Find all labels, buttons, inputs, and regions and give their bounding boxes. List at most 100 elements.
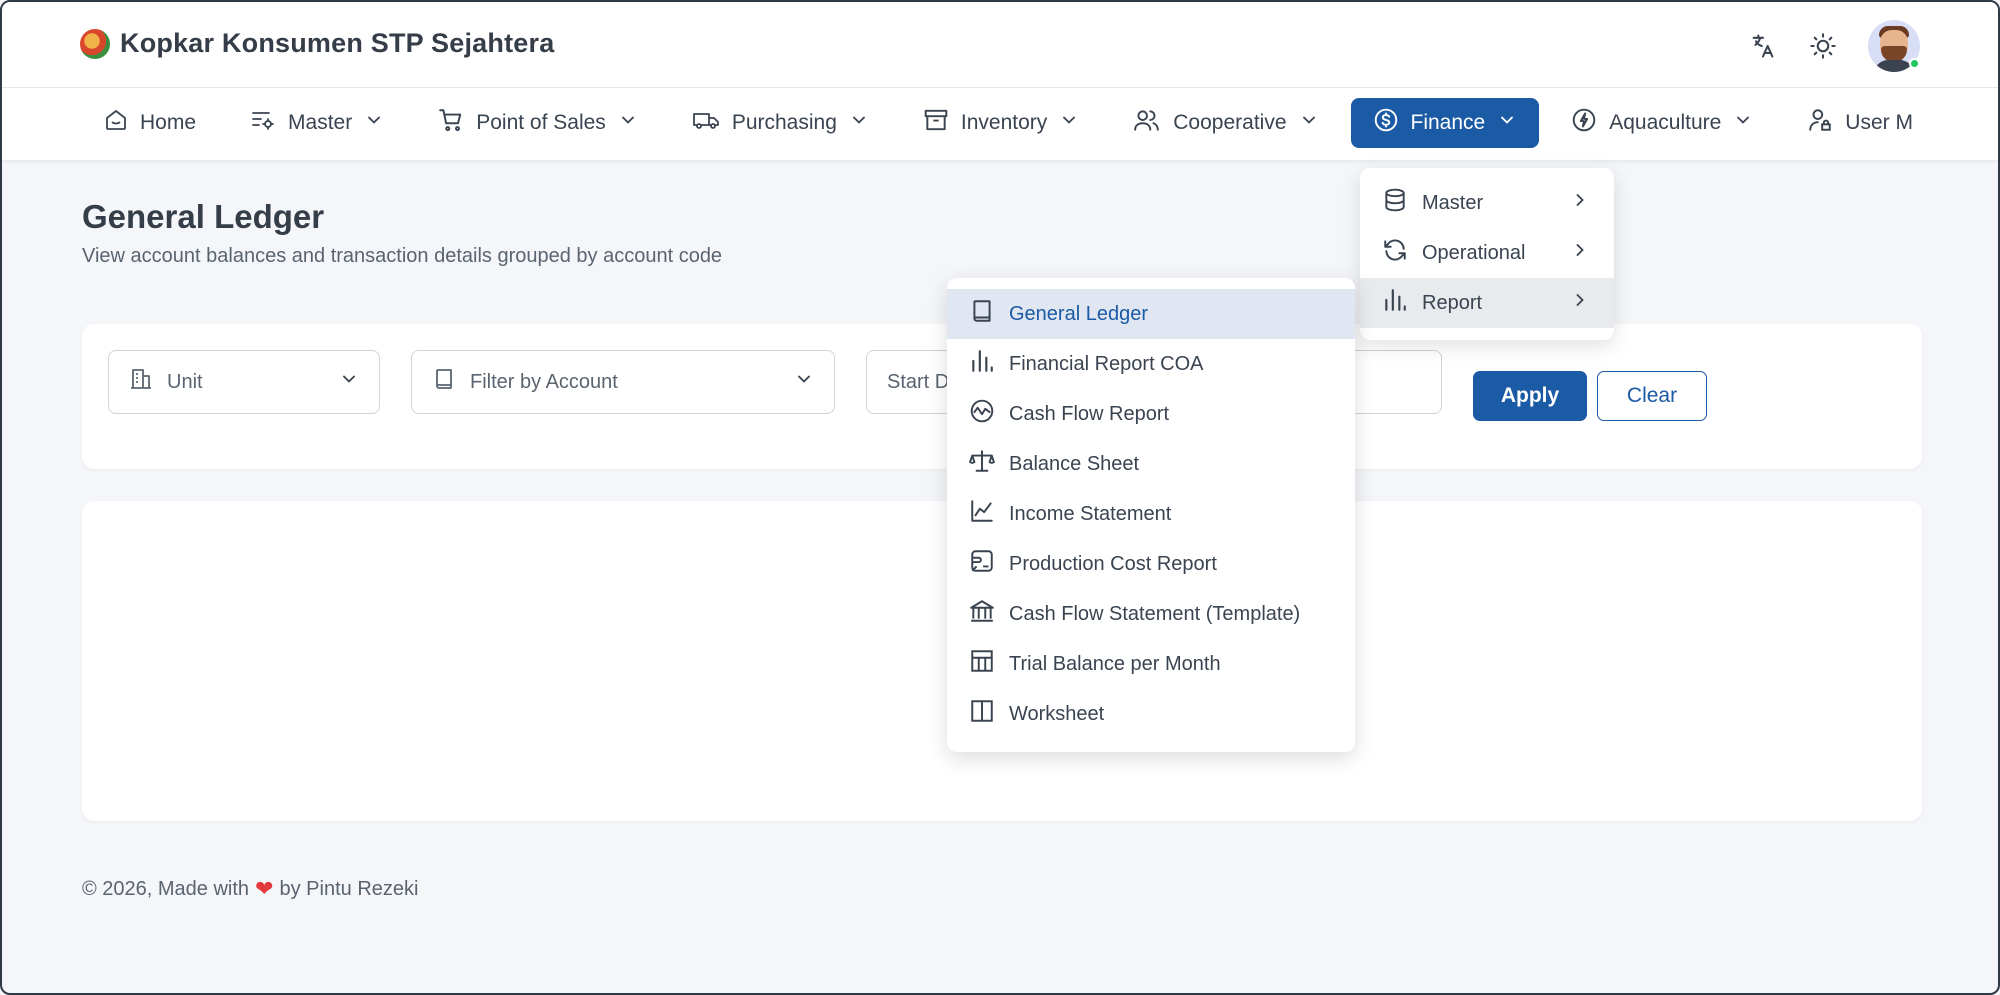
menu-item-label: Master xyxy=(1422,191,1484,214)
chevron-right-icon xyxy=(1570,240,1590,266)
archive-icon xyxy=(923,107,949,139)
nav-item-inventory[interactable]: Inventory xyxy=(901,98,1101,148)
nav-item-label: User M xyxy=(1845,111,1913,134)
truck-icon xyxy=(692,108,720,138)
menu-item-label: Cash Flow Report xyxy=(1009,402,1170,425)
online-status-dot xyxy=(1909,58,1920,69)
home-icon xyxy=(104,108,128,138)
report-menu-general-ledger[interactable]: General Ledger xyxy=(947,289,1355,339)
line-chart-icon xyxy=(969,498,995,530)
users-icon xyxy=(1133,107,1161,139)
chevron-right-icon xyxy=(1570,290,1590,316)
logo-icon xyxy=(80,28,110,59)
menu-item-label: Worksheet xyxy=(1009,702,1105,725)
nav-item-label: Point of Sales xyxy=(476,111,606,134)
nav-item-aquaculture[interactable]: Aquaculture xyxy=(1549,98,1775,148)
activity-circle-icon xyxy=(969,398,995,430)
footer-suffix: by Pintu Rezeki xyxy=(279,877,419,900)
account-filter-placeholder: Filter by Account xyxy=(470,370,618,393)
chevron-down-icon xyxy=(794,369,814,395)
bank-icon xyxy=(969,598,995,630)
chevron-down-icon xyxy=(364,110,384,136)
translate-icon[interactable] xyxy=(1748,31,1778,61)
finance-dropdown-menu: Master Operational Report xyxy=(1360,168,1614,340)
columns-icon xyxy=(969,698,995,730)
footer: © 2026, Made with ❤ by Pintu Rezeki xyxy=(82,876,418,902)
report-menu-worksheet[interactable]: Worksheet xyxy=(947,689,1355,739)
top-bar: Kopkar Konsumen STP Sejahtera xyxy=(2,2,1998,88)
report-submenu: General Ledger Financial Report COA Cash… xyxy=(947,278,1355,752)
main-nav-bar: Home Master Point of Sales Purchasing In… xyxy=(2,88,1998,160)
menu-item-label: Production Cost Report xyxy=(1009,552,1217,575)
report-menu-income-statement[interactable]: Income Statement xyxy=(947,489,1355,539)
report-menu-cash-flow-report[interactable]: Cash Flow Report xyxy=(947,389,1355,439)
nav-item-label: Inventory xyxy=(960,111,1048,134)
refresh-icon xyxy=(1382,237,1408,269)
nav-item-label: Home xyxy=(140,111,197,134)
scale-icon xyxy=(969,448,995,480)
page-title: General Ledger xyxy=(82,198,325,235)
table-icon xyxy=(969,648,995,680)
chevron-right-icon xyxy=(1570,190,1590,216)
nav-item-label: Cooperative xyxy=(1173,111,1287,134)
nav-item-purchasing[interactable]: Purchasing xyxy=(670,98,891,148)
nav-item-label: Aquaculture xyxy=(1609,111,1722,134)
finance-menu-operational[interactable]: Operational xyxy=(1360,228,1614,278)
user-lock-icon xyxy=(1807,107,1833,139)
bolt-circle-icon xyxy=(1571,107,1597,139)
menu-item-label: Operational xyxy=(1422,241,1526,264)
receipt-icon xyxy=(969,548,995,580)
apply-button[interactable]: Apply xyxy=(1473,371,1587,421)
nav-item-cooperative[interactable]: Cooperative xyxy=(1111,98,1340,148)
building-icon xyxy=(129,367,153,397)
chevron-down-icon xyxy=(618,110,638,136)
menu-item-label: Balance Sheet xyxy=(1009,452,1140,475)
account-filter-select[interactable]: Filter by Account xyxy=(411,350,835,414)
top-actions xyxy=(1748,20,1920,72)
chevron-down-icon xyxy=(1733,110,1753,136)
brand[interactable]: Kopkar Konsumen STP Sejahtera xyxy=(80,28,554,59)
menu-item-label: General Ledger xyxy=(1009,302,1148,325)
menu-item-label: Cash Flow Statement (Template) xyxy=(1009,602,1301,625)
database-icon xyxy=(1382,187,1408,219)
report-menu-balance-sheet[interactable]: Balance Sheet xyxy=(947,439,1355,489)
report-menu-production-cost-report[interactable]: Production Cost Report xyxy=(947,539,1355,589)
menu-item-label: Financial Report COA xyxy=(1009,352,1204,375)
menu-item-label: Income Statement xyxy=(1009,502,1172,525)
report-menu-cash-flow-statement-template[interactable]: Cash Flow Statement (Template) xyxy=(947,589,1355,639)
chevron-down-icon xyxy=(339,369,359,395)
heart-icon: ❤ xyxy=(255,876,274,901)
app-name: Kopkar Konsumen STP Sejahtera xyxy=(120,28,555,58)
nav-item-label: Purchasing xyxy=(731,111,837,134)
clear-button[interactable]: Clear xyxy=(1597,371,1707,421)
finance-menu-report[interactable]: Report xyxy=(1360,278,1614,328)
report-menu-financial-report-coa[interactable]: Financial Report COA xyxy=(947,339,1355,389)
unit-select-placeholder: Unit xyxy=(167,370,203,393)
menu-item-label: Trial Balance per Month xyxy=(1009,652,1221,675)
finance-menu-master[interactable]: Master xyxy=(1360,178,1614,228)
dollar-circle-icon xyxy=(1373,107,1399,139)
chevron-down-icon xyxy=(849,110,869,136)
book-icon xyxy=(969,298,995,330)
bar-chart-icon xyxy=(1382,287,1408,319)
nav-overflow-mask xyxy=(1922,88,1998,160)
unit-select[interactable]: Unit xyxy=(108,350,380,414)
chevron-down-icon xyxy=(1299,110,1319,136)
nav-item-finance[interactable]: Finance xyxy=(1350,98,1540,148)
settings-list-icon xyxy=(250,108,276,138)
menu-item-label: Report xyxy=(1422,291,1483,314)
nav-item-master[interactable]: Master xyxy=(228,98,406,148)
nav-item-label: Finance xyxy=(1410,111,1486,134)
sun-icon[interactable] xyxy=(1808,31,1838,61)
report-menu-trial-balance-per-month[interactable]: Trial Balance per Month xyxy=(947,639,1355,689)
cart-icon xyxy=(438,107,464,139)
book-icon xyxy=(432,367,456,397)
bar-chart-icon xyxy=(969,348,995,380)
nav-item-user-management[interactable]: User M xyxy=(1785,98,1922,148)
page-subtitle: View account balances and transaction de… xyxy=(82,245,723,267)
nav-item-point-of-sales[interactable]: Point of Sales xyxy=(416,98,660,148)
chevron-down-icon xyxy=(1497,110,1517,136)
chevron-down-icon xyxy=(1059,110,1079,136)
main-nav: Home Master Point of Sales Purchasing In… xyxy=(82,98,1922,148)
nav-item-home[interactable]: Home xyxy=(82,98,218,148)
